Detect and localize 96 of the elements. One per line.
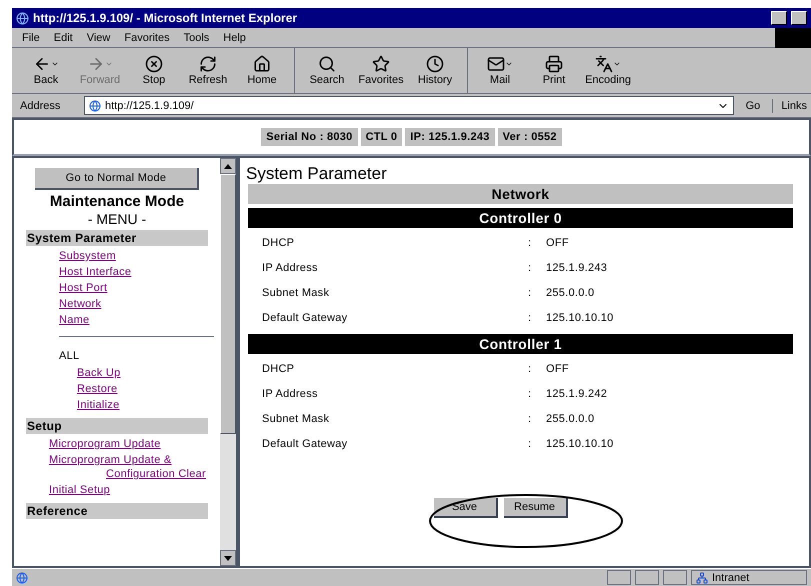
info-label: Ver : 0552 (498, 128, 562, 146)
menu-link[interactable]: Microprogram Update & Configuration Clear (49, 453, 206, 481)
menu-item[interactable]: Help (223, 30, 246, 44)
page-icon (16, 572, 28, 584)
home-icon (253, 54, 271, 72)
menu-item[interactable]: View (86, 30, 110, 44)
separator: : (528, 362, 532, 376)
group-label: ALL (59, 350, 80, 362)
controller-header: Controller 1 (248, 334, 793, 354)
toolbar-button[interactable]: Refresh (184, 54, 232, 86)
field-label: Subnet Mask (261, 286, 330, 300)
menu-link[interactable]: Subsystem (59, 250, 116, 262)
field-value: OFF (546, 362, 569, 376)
toolbar-button[interactable]: Favorites (357, 54, 405, 86)
printer-icon (545, 54, 563, 72)
section-heading: Reference (26, 503, 208, 519)
field-label: IP Address (261, 386, 319, 400)
menu-link[interactable]: Restore (77, 383, 118, 395)
separator: : (528, 412, 532, 426)
field-label: DHCP (261, 362, 296, 376)
separator: : (528, 236, 532, 250)
toolbar-button[interactable]: Search (303, 54, 351, 86)
menu-item[interactable]: Tools (184, 30, 210, 44)
field-label: Default Gateway (261, 436, 348, 450)
field-label: Subnet Mask (261, 412, 330, 426)
section-heading: Setup (26, 418, 208, 434)
browser-icon (16, 12, 29, 24)
go-button[interactable]: Go (738, 98, 768, 112)
search-icon (318, 54, 336, 72)
separator: : (528, 386, 532, 400)
normal-mode-button[interactable]: Go to Normal Mode (35, 168, 199, 190)
field-value: OFF (546, 236, 569, 250)
menu-link[interactable]: Initialize (77, 399, 120, 411)
field-value: 125.10.10.10 (546, 310, 614, 324)
separator: : (528, 310, 532, 324)
menu-link[interactable]: Host Interface (59, 266, 132, 278)
field-value: 125.10.10.10 (546, 436, 614, 450)
star-icon (372, 54, 390, 72)
menu-item[interactable]: File (22, 30, 40, 44)
stop-icon (145, 54, 163, 72)
field-value: 255.0.0.0 (546, 286, 594, 300)
toolbar-button[interactable]: Encoding (584, 54, 632, 86)
toolbar-button[interactable]: History (411, 54, 459, 86)
field-value: 125.1.9.242 (546, 386, 608, 400)
info-label: Serial No : 8030 (261, 128, 358, 146)
status-pane (635, 570, 659, 585)
controller-header: Controller 0 (248, 208, 793, 228)
menu-item[interactable]: Favorites (124, 30, 170, 44)
scrollbar[interactable] (220, 158, 236, 566)
page-title: System Parameter (246, 164, 388, 184)
menu-link[interactable]: Back Up (77, 367, 120, 379)
separator: : (528, 286, 532, 300)
zone-label: Intranet (712, 570, 750, 584)
separator: : (528, 436, 532, 450)
address-field[interactable]: http://125.1.9.109/ (84, 96, 734, 115)
throbber-logo (775, 28, 811, 48)
address-label: Address (19, 98, 62, 112)
maximize-button[interactable] (791, 11, 807, 25)
field-label: DHCP (261, 236, 296, 250)
menu-link[interactable]: Name (59, 314, 90, 326)
toolbar-button[interactable]: Home (238, 54, 286, 86)
field-value: 125.1.9.243 (546, 260, 608, 274)
toolbar-button[interactable]: Stop (130, 54, 178, 86)
sidebar-title: Maintenance Mode (48, 193, 186, 211)
action-button[interactable]: Resume (504, 498, 568, 518)
toolbar-button[interactable]: Print (530, 54, 578, 86)
section-header: Network (248, 184, 793, 204)
status-pane (663, 570, 687, 585)
sidebar-subtitle: - MENU - (86, 211, 148, 227)
field-value: 255.0.0.0 (546, 412, 594, 426)
info-label: IP: 125.1.9.243 (405, 128, 495, 146)
scroll-thumb[interactable] (220, 174, 236, 434)
language-icon (595, 54, 613, 72)
menu-link[interactable]: Host Port (59, 282, 108, 294)
menu-link[interactable]: Initial Setup (49, 483, 206, 497)
clock-icon (426, 54, 444, 72)
status-pane (607, 570, 631, 585)
window-title: http://125.1.9.109/ - Microsoft Internet Explorer (33, 11, 298, 25)
scroll-down-icon[interactable] (220, 550, 236, 566)
scroll-up-icon[interactable] (220, 158, 236, 174)
minimize-button[interactable] (771, 11, 787, 25)
network-icon (696, 572, 708, 584)
mail-icon (487, 54, 505, 72)
field-label: IP Address (261, 260, 319, 274)
menu-item[interactable]: Edit (54, 30, 73, 44)
menu-link[interactable]: Microprogram Update (49, 437, 206, 451)
toolbar-button[interactable]: Mail (476, 54, 524, 86)
info-label: CTL 0 (360, 128, 402, 146)
menu-link[interactable]: Network (59, 298, 102, 310)
section-heading: System Parameter (26, 230, 208, 246)
field-label: Default Gateway (261, 310, 348, 324)
refresh-icon (199, 54, 217, 72)
separator: : (528, 260, 532, 274)
links-label[interactable]: Links (772, 98, 807, 112)
page-icon (89, 100, 101, 112)
toolbar-button[interactable]: Back (22, 54, 70, 86)
